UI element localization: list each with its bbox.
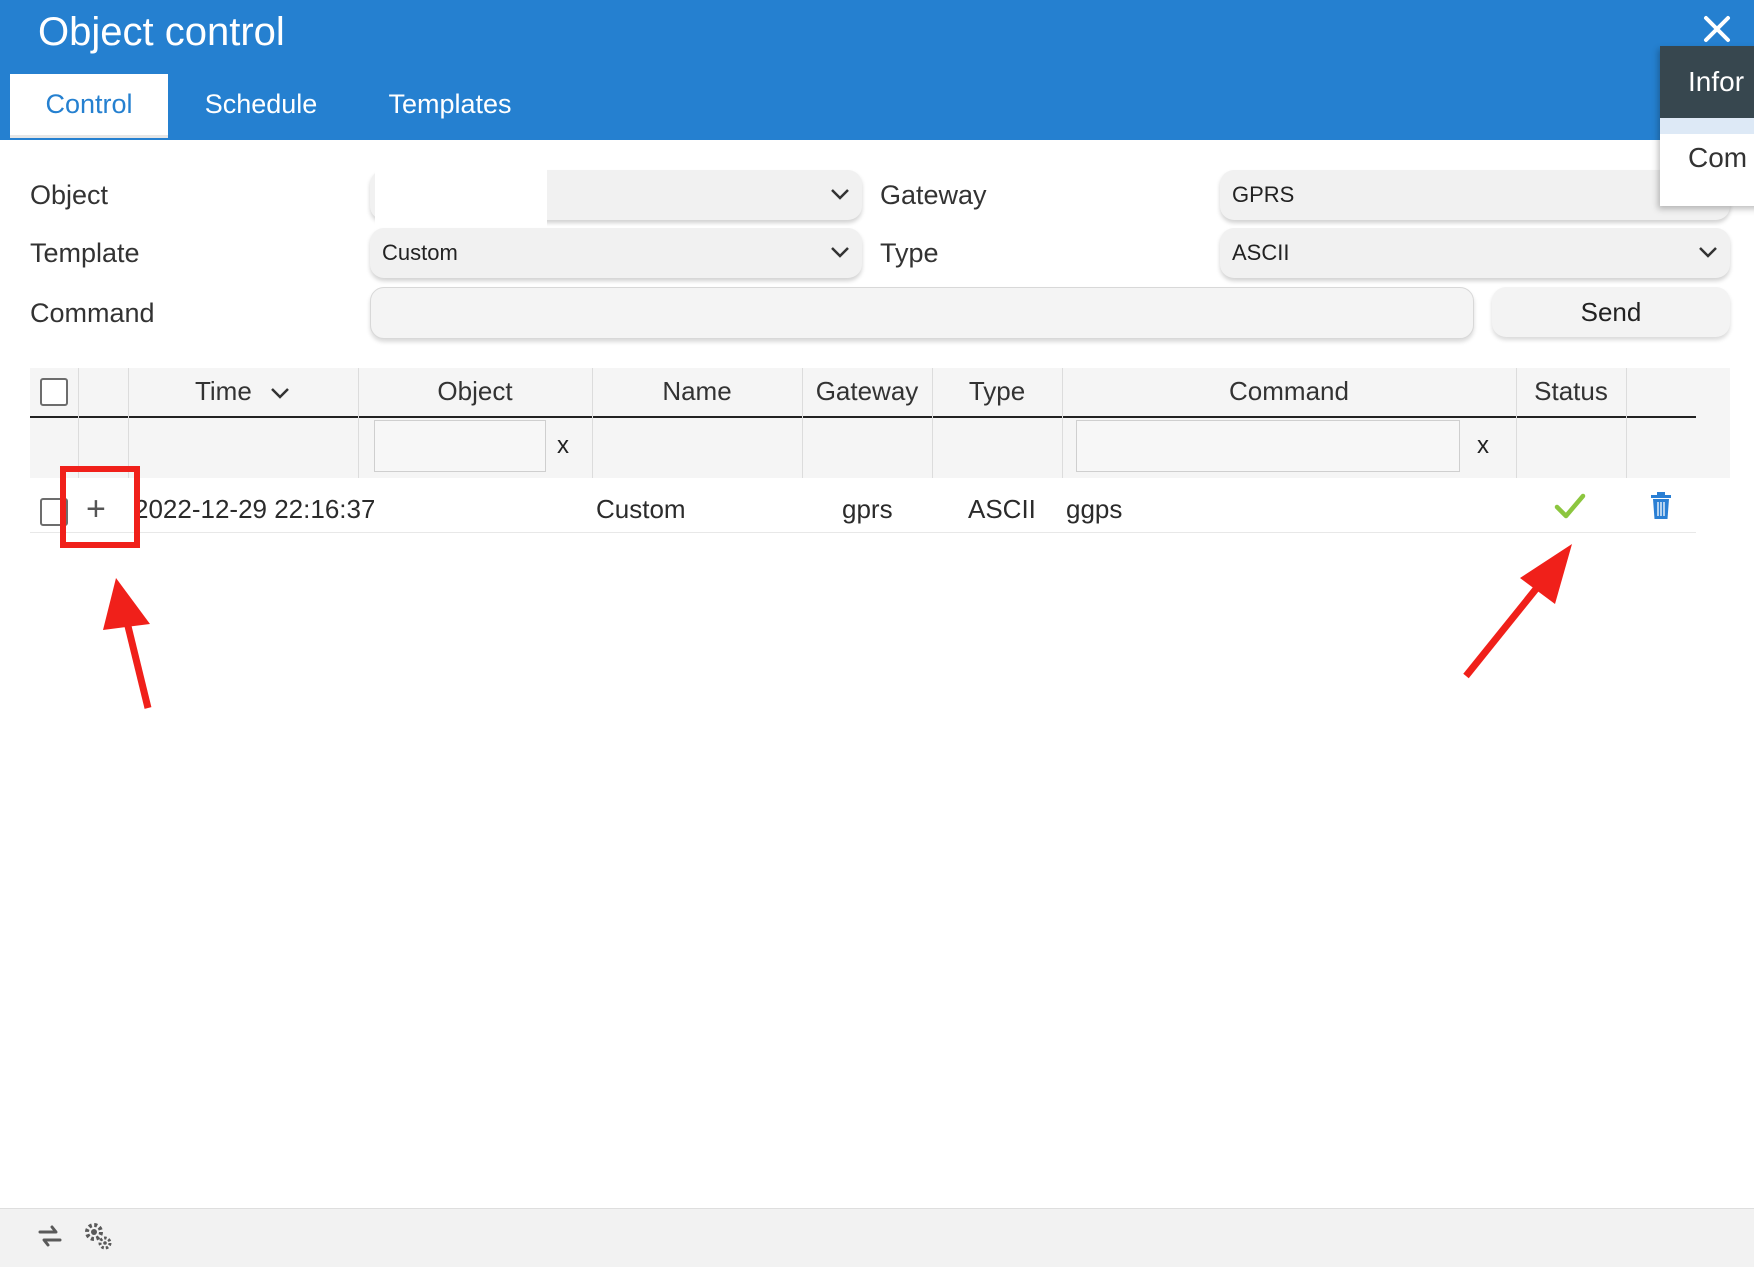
column-header-time-label: Time <box>195 376 252 406</box>
tab-templates[interactable]: Templates <box>368 74 532 138</box>
column-header-type[interactable]: Type <box>932 376 1062 410</box>
template-select-value: Custom <box>382 240 458 265</box>
column-divider <box>78 368 79 478</box>
gateway-select[interactable]: GPRS <box>1220 170 1730 220</box>
window-header: Object control Control Schedule Template… <box>0 0 1754 140</box>
information-panel: Infor Com <box>1660 46 1754 206</box>
column-header-gateway[interactable]: Gateway <box>802 376 932 410</box>
header-underline <box>30 416 1696 418</box>
command-filter-input[interactable] <box>1076 420 1460 472</box>
gateway-label: Gateway <box>880 180 987 211</box>
tab-control[interactable]: Control <box>10 74 168 138</box>
refresh-icon[interactable] <box>34 1220 66 1252</box>
command-filter-clear[interactable]: x <box>1477 432 1489 460</box>
row-type: ASCII <box>968 494 1036 525</box>
column-divider <box>1626 368 1627 478</box>
settings-icon[interactable] <box>82 1220 114 1252</box>
row-name: Custom <box>596 494 686 525</box>
row-divider <box>30 532 1696 533</box>
template-select[interactable]: Custom <box>370 228 862 278</box>
command-input[interactable] <box>370 287 1474 339</box>
annotation-arrow-right <box>1466 544 1572 676</box>
annotation-highlight-box <box>60 466 140 548</box>
footer-toolbar <box>0 1208 1754 1267</box>
row-gateway: gprs <box>842 494 893 525</box>
chevron-down-icon <box>828 240 852 264</box>
column-header-command[interactable]: Command <box>1062 376 1516 410</box>
gateway-select-value: GPRS <box>1232 182 1294 207</box>
object-filter-clear[interactable]: x <box>557 432 569 460</box>
row-command: ggps <box>1066 494 1122 525</box>
object-filter-input[interactable] <box>374 420 546 472</box>
information-panel-header: Infor <box>1660 46 1754 118</box>
type-label: Type <box>880 238 939 269</box>
chevron-down-icon <box>269 385 291 401</box>
tab-schedule[interactable]: Schedule <box>190 74 332 138</box>
close-icon[interactable] <box>1700 12 1734 46</box>
send-button[interactable]: Send <box>1492 287 1730 337</box>
information-panel-item[interactable]: Com <box>1688 142 1747 174</box>
command-label: Command <box>30 298 155 329</box>
column-header-time[interactable]: Time <box>128 376 358 410</box>
type-select[interactable]: ASCII <box>1220 228 1730 278</box>
chevron-down-icon <box>1696 240 1720 264</box>
template-label: Template <box>30 238 140 269</box>
object-label: Object <box>30 180 108 211</box>
chevron-down-icon <box>828 182 852 206</box>
redaction-mask <box>375 164 547 234</box>
window-title: Object control <box>38 10 285 55</box>
type-select-value: ASCII <box>1232 240 1289 265</box>
checkmark-icon <box>1554 492 1586 520</box>
row-time: 2022-12-29 22:16:37 A <box>134 494 374 525</box>
information-panel-bar <box>1660 118 1754 134</box>
column-header-status[interactable]: Status <box>1516 376 1626 410</box>
column-header-object[interactable]: Object <box>358 376 592 410</box>
annotation-arrow-left <box>103 578 150 708</box>
grid-header: Time Object Name Gateway Type Command St… <box>30 368 1730 478</box>
select-all-checkbox[interactable] <box>40 378 68 406</box>
column-header-name[interactable]: Name <box>592 376 802 410</box>
trash-icon[interactable] <box>1650 492 1672 520</box>
redaction-mask <box>374 484 546 534</box>
